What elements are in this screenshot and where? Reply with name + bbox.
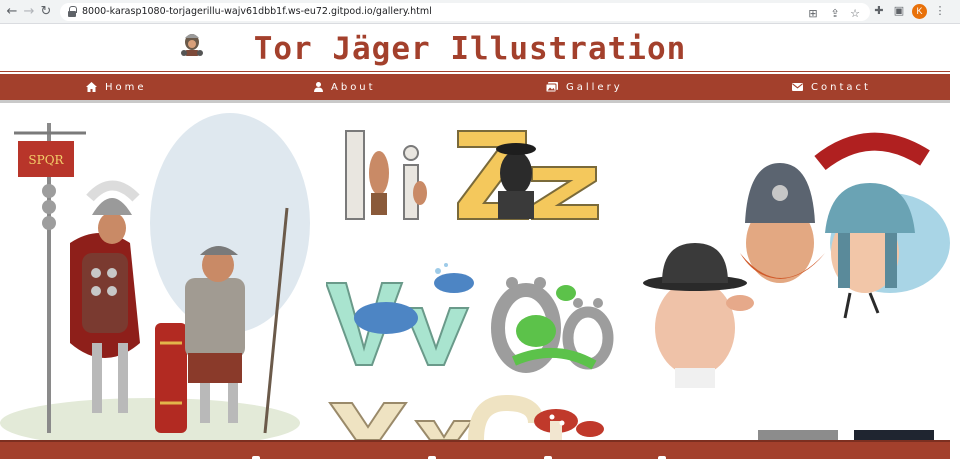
lock-icon (68, 6, 77, 17)
person-icon (314, 82, 323, 92)
forward-arrow-icon[interactable]: → (21, 4, 37, 20)
page-footer (0, 440, 950, 462)
main-navigation: Home About Gallery Contact (0, 74, 950, 100)
gallery-image-roman-soldiers[interactable]: SPQR (0, 103, 315, 440)
reload-icon[interactable]: ↻ (38, 4, 54, 20)
page-title: Tor Jäger Illustration (253, 31, 687, 67)
sidebar-icon[interactable]: ▣ (892, 4, 906, 18)
home-icon (86, 82, 97, 92)
star-icon[interactable]: ☆ (848, 7, 862, 21)
menu-dots-icon[interactable]: ⋮ (933, 4, 947, 18)
header-divider (0, 71, 950, 72)
nav-item-label: Contact (811, 81, 871, 93)
footer-icon[interactable] (428, 456, 436, 462)
nav-item-gallery[interactable]: Gallery (546, 74, 623, 100)
profile-avatar[interactable]: K (912, 4, 927, 19)
nav-item-label: About (331, 81, 376, 93)
gallery-image-alphabet[interactable] (326, 103, 616, 440)
nav-item-label: Gallery (566, 81, 623, 93)
address-bar[interactable]: 8000-karasp1080-torjagerillu-wajv61dbb1f… (60, 3, 870, 21)
site-logo[interactable] (176, 28, 208, 58)
url-text: 8000-karasp1080-torjagerillu-wajv61dbb1f… (82, 6, 432, 17)
carousel-indicator[interactable] (854, 430, 934, 440)
share-icon[interactable]: ⇪ (828, 7, 842, 21)
translate-icon[interactable]: ⊞ (806, 7, 820, 21)
nav-item-label: Home (105, 81, 147, 93)
nav-item-contact[interactable]: Contact (792, 74, 871, 100)
nav-item-home[interactable]: Home (86, 74, 147, 100)
browser-toolbar: ← → ↻ 8000-karasp1080-torjagerillu-wajv6… (0, 0, 960, 24)
footer-icon[interactable] (544, 456, 552, 462)
nav-item-about[interactable]: About (314, 74, 376, 100)
back-arrow-icon[interactable]: ← (4, 4, 20, 20)
gallery-grid: SPQR (0, 103, 950, 440)
images-icon (546, 82, 558, 92)
footer-icon[interactable] (658, 456, 666, 462)
footer-icon[interactable] (252, 456, 260, 462)
carousel-indicator[interactable] (758, 430, 838, 440)
gallery-image-caricatures[interactable] (640, 103, 950, 440)
envelope-icon (792, 83, 803, 91)
banner-text: SPQR (28, 153, 64, 167)
extensions-icon[interactable]: ✚ (872, 4, 886, 18)
